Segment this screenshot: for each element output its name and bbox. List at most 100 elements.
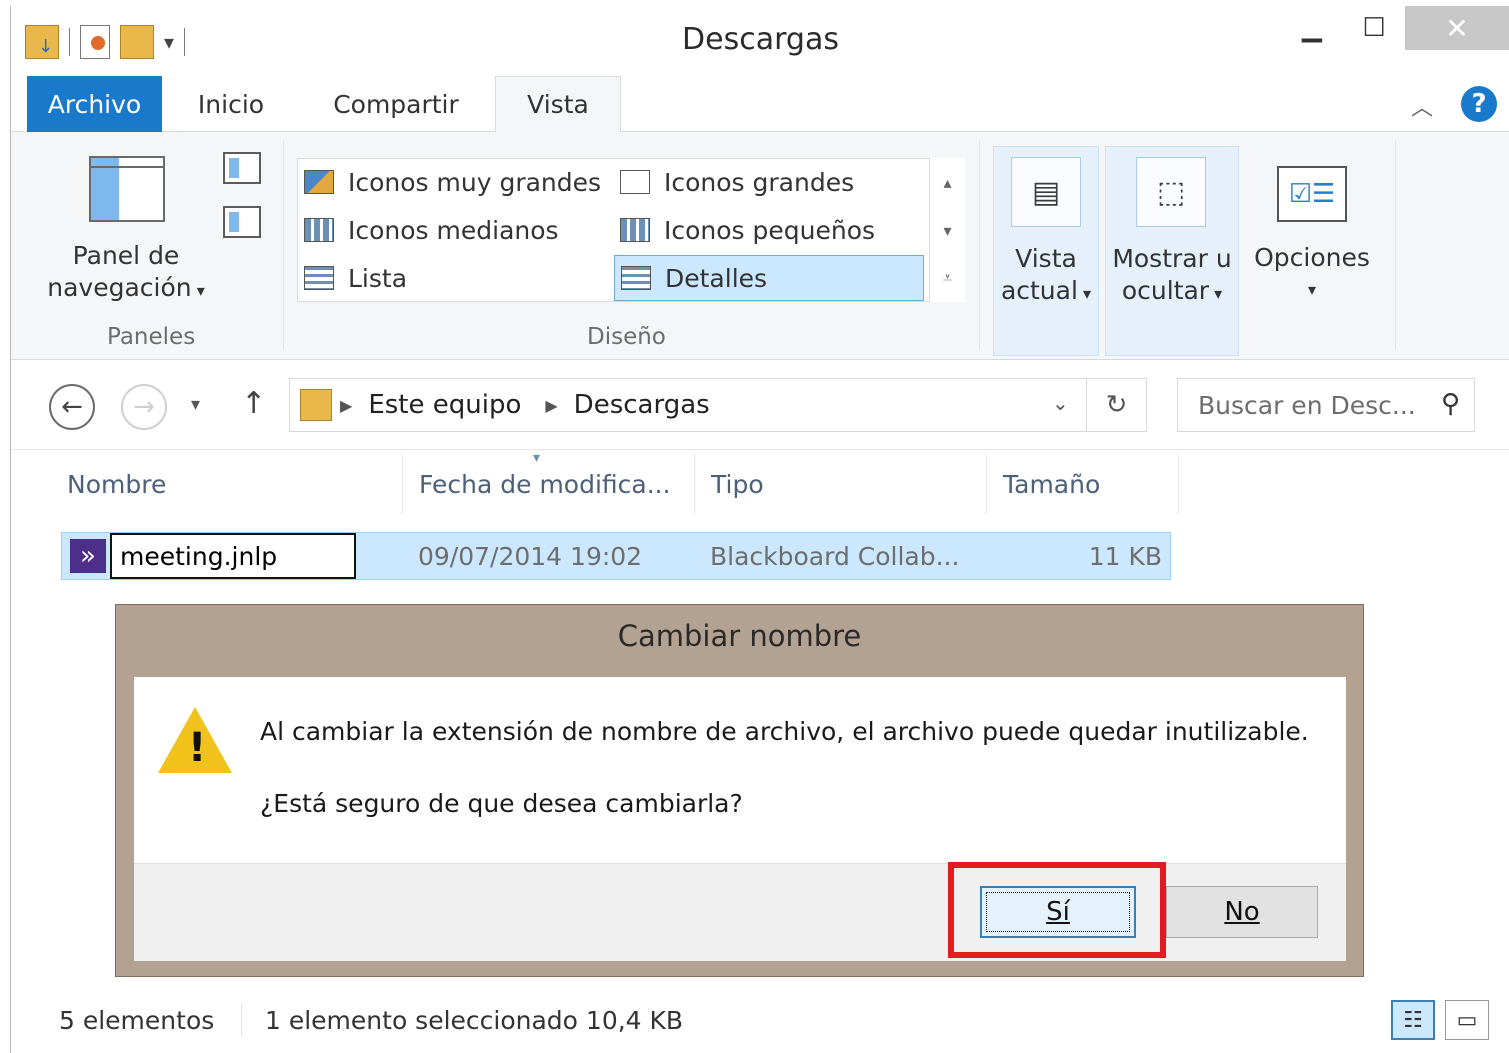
layout-item-label: Iconos grandes [664, 167, 855, 197]
rename-confirm-dialog: Cambiar nombre ! Al cambiar la extensión… [115, 604, 1364, 977]
tab-vista[interactable]: Vista [495, 76, 621, 133]
file-size: 11 KB [1088, 541, 1162, 571]
options-button[interactable]: ☑☰ Opciones ▾ [1247, 146, 1377, 356]
tab-compartir[interactable]: Compartir [301, 76, 491, 132]
tab-inicio[interactable]: Inicio [171, 76, 291, 132]
medium-icons-icon [304, 218, 334, 242]
ribbon-tabs: Archivo Inicio Compartir Vista ︿ ? [11, 76, 1509, 133]
layout-medium-icons[interactable]: Iconos medianos [304, 207, 610, 253]
gallery-scrollbar[interactable]: ▴ ▾ ⩡ [929, 158, 965, 302]
group-label-layout: Diseño [587, 324, 666, 350]
search-icon[interactable]: ⚲ [1441, 389, 1460, 419]
show-hide-button[interactable]: ⬚ Mostrar u ocultar ▾ [1105, 146, 1239, 356]
layout-item-label: Iconos medianos [348, 215, 559, 245]
breadcrumb-arrow-icon[interactable]: ▶ [340, 396, 352, 415]
gallery-up-icon[interactable]: ▴ [930, 158, 965, 206]
gallery-down-icon[interactable]: ▾ [930, 206, 965, 254]
layout-small-icons[interactable]: Iconos pequeños [620, 207, 920, 253]
layout-item-label: Lista [348, 263, 408, 293]
column-header-size[interactable]: Tamaño [987, 454, 1179, 514]
dialog-title: Cambiar nombre [617, 619, 862, 653]
group-separator [979, 140, 980, 350]
blackboard-collaborate-icon: » [70, 539, 106, 573]
current-view-label-1: Vista [1015, 244, 1077, 273]
status-selection: 1 elemento seleccionado 10,4 KB [265, 1006, 684, 1035]
forward-button[interactable]: → [121, 384, 167, 430]
small-icons-icon [620, 218, 650, 242]
preview-pane-icon[interactable] [223, 152, 261, 184]
breadcrumb-arrow-icon[interactable]: ▶ [545, 396, 557, 415]
extra-large-icons-icon [304, 170, 334, 194]
details-pane-icon[interactable] [223, 206, 261, 238]
nav-pane-label-2: navegación [47, 273, 192, 302]
details-view-toggle-icon[interactable]: ☷ [1391, 1000, 1435, 1040]
layout-large-icons[interactable]: Iconos grandes [620, 159, 920, 205]
minimize-ribbon-icon[interactable]: ︿ [1411, 90, 1433, 122]
show-hide-icon: ⬚ [1136, 157, 1206, 227]
layout-details[interactable]: Detalles [614, 255, 924, 301]
column-header-date[interactable]: ▾ Fecha de modifica... [403, 450, 695, 514]
dropdown-arrow-icon: ▾ [1077, 284, 1092, 303]
rename-field[interactable]: meeting.jnlp [110, 533, 356, 579]
current-view-icon: ▤ [1011, 157, 1081, 227]
group-label-panes: Paneles [107, 324, 196, 350]
group-separator [283, 140, 284, 350]
navigation-pane-icon[interactable] [89, 156, 165, 222]
refresh-icon[interactable]: ↻ [1086, 379, 1146, 431]
current-view-label-2: actual [1000, 276, 1078, 305]
address-path[interactable]: ▶ Este equipo ▶ Descargas ⌄ ↻ [289, 378, 1147, 432]
highlight-box [948, 862, 1166, 958]
search-placeholder: Buscar en Desc... [1198, 390, 1416, 420]
list-icon [304, 266, 334, 290]
file-date: 09/07/2014 19:02 [418, 541, 643, 571]
dropdown-arrow-icon: ▾ [1307, 280, 1317, 299]
status-item-count: 5 elementos [59, 1006, 215, 1035]
layout-extra-large-icons[interactable]: Iconos muy grandes [304, 159, 610, 205]
layout-item-label: Detalles [665, 263, 768, 293]
folder-download-icon [300, 389, 332, 421]
tab-archivo[interactable]: Archivo [27, 76, 162, 132]
no-button[interactable]: No [1166, 886, 1318, 938]
dialog-message: Al cambiar la extensión de nombre de arc… [260, 717, 1309, 746]
dialog-body: ! Al cambiar la extensión de nombre de a… [134, 677, 1346, 863]
address-dropdown-icon[interactable]: ⌄ [1052, 391, 1069, 415]
column-header-name[interactable]: Nombre [51, 454, 403, 514]
show-hide-label-2: ocultar [1121, 276, 1210, 305]
ribbon: Panel de navegación ▾ Paneles Iconos muy… [11, 132, 1509, 360]
breadcrumb-este-equipo[interactable]: Este equipo [368, 390, 521, 420]
back-button[interactable]: ← [49, 384, 95, 430]
status-separator [241, 1004, 242, 1036]
nav-pane-label-1: Panel de [72, 241, 180, 270]
minimize-button[interactable]: ▁ [1283, 6, 1341, 50]
large-icons-view-toggle-icon[interactable]: ▭ [1445, 1000, 1489, 1040]
layout-gallery: Iconos muy grandes Iconos grandes Iconos… [297, 158, 965, 302]
maximize-button[interactable]: ☐ [1345, 6, 1403, 50]
close-button[interactable]: ✕ [1405, 6, 1509, 50]
gallery-more-icon[interactable]: ⩡ [930, 254, 965, 302]
dialog-question: ¿Está seguro de que desea cambiarla? [260, 789, 743, 818]
help-icon[interactable]: ? [1461, 86, 1497, 122]
file-type: Blackboard Collab... [710, 541, 960, 571]
layout-list[interactable]: Lista [304, 255, 610, 301]
navigation-pane-button[interactable]: Panel de navegación ▾ [41, 240, 211, 307]
column-header-date-label: Fecha de modifica... [419, 469, 671, 499]
show-hide-label-1: Mostrar u [1112, 244, 1232, 273]
options-icon: ☑☰ [1277, 166, 1347, 222]
options-label: Opciones [1254, 243, 1370, 272]
title-bar: ↓ ▾ Descargas ▁ ☐ ✕ [11, 6, 1509, 76]
file-list-header: Nombre ▾ Fecha de modifica... Tipo Tamañ… [11, 450, 1509, 514]
layout-item-label: Iconos pequeños [664, 215, 876, 245]
dropdown-arrow-icon: ▾ [1209, 284, 1223, 303]
file-row[interactable]: » meeting.jnlp 09/07/2014 19:02 Blackboa… [61, 532, 1171, 580]
up-button[interactable]: ↑ [241, 386, 266, 421]
current-view-button[interactable]: ▤ Vista actual ▾ [993, 146, 1099, 356]
sort-indicator-icon: ▾ [533, 450, 541, 466]
breadcrumb-descargas[interactable]: Descargas [574, 390, 710, 420]
column-header-type[interactable]: Tipo [695, 454, 987, 514]
recent-locations-icon[interactable]: ▾ [191, 394, 200, 415]
search-input[interactable]: Buscar en Desc... ⚲ [1177, 378, 1475, 432]
address-bar-row: ← → ▾ ↑ ▶ Este equipo ▶ Descargas ⌄ ↻ Bu… [11, 360, 1509, 450]
layout-item-label: Iconos muy grandes [348, 167, 602, 197]
status-bar: 5 elementos 1 elemento seleccionado 10,4… [11, 990, 1509, 1053]
warning-exclamation-icon: ! [188, 725, 207, 771]
